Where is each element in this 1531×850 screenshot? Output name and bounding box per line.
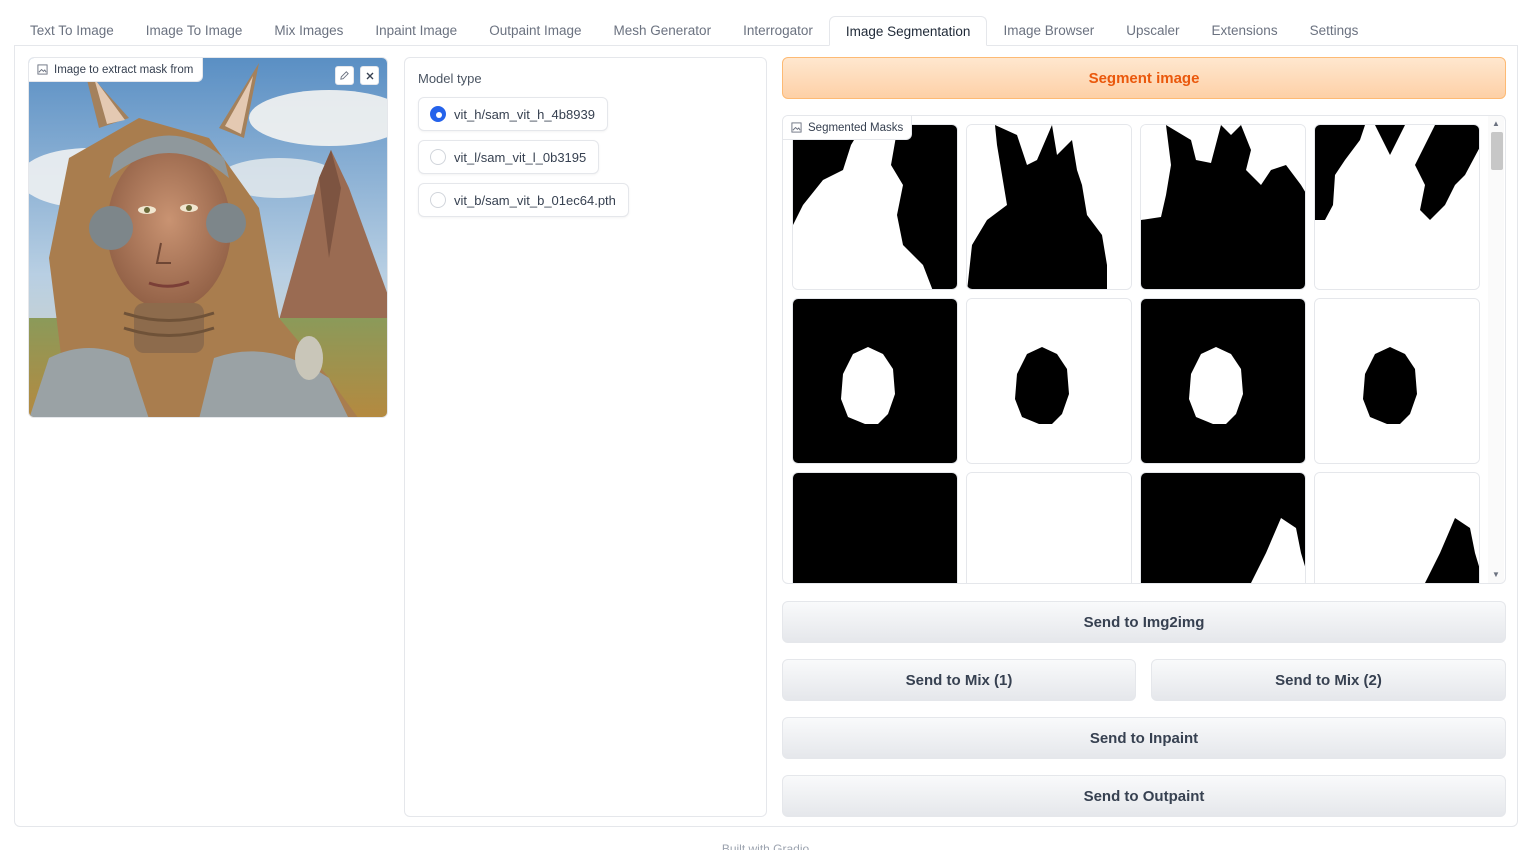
- tab-inpaint-image[interactable]: Inpaint Image: [359, 16, 473, 46]
- close-icon[interactable]: [360, 66, 379, 85]
- image-icon: [791, 122, 802, 133]
- mask-thumbnail[interactable]: [1314, 298, 1480, 464]
- mask-thumbnail[interactable]: [966, 472, 1132, 583]
- tab-panel: Image to extract mask from Model type vi…: [14, 45, 1518, 827]
- radio-checked[interactable]: [430, 106, 446, 122]
- mask-thumbnail[interactable]: [792, 124, 958, 290]
- tab-outpaint-image[interactable]: Outpaint Image: [473, 16, 597, 46]
- tab-interrogator[interactable]: Interrogator: [727, 16, 829, 46]
- scroll-down-icon[interactable]: ▼: [1492, 571, 1500, 579]
- gallery-label: Segmented Masks: [783, 116, 913, 140]
- input-image-label-text: Image to extract mask from: [54, 63, 194, 76]
- tab-settings[interactable]: Settings: [1294, 16, 1375, 46]
- send-to-outpaint-button[interactable]: Send to Outpaint: [782, 775, 1506, 817]
- mask-thumbnail[interactable]: [1314, 472, 1480, 583]
- tab-bar: Text To Image Image To Image Mix Images …: [14, 16, 1518, 46]
- send-to-mix2-button[interactable]: Send to Mix (2): [1151, 659, 1506, 701]
- mask-thumbnail[interactable]: [966, 298, 1132, 464]
- model-option-label: vit_h/sam_vit_h_4b8939: [454, 106, 595, 122]
- edit-icon[interactable]: [335, 66, 354, 85]
- footer-text[interactable]: Built with Gradio: [0, 842, 1531, 850]
- input-image-label: Image to extract mask from: [29, 58, 204, 82]
- model-type-title: Model type: [418, 71, 482, 86]
- segmented-masks-gallery: Segmented Masks ▲ ▼: [782, 115, 1506, 584]
- gallery-label-text: Segmented Masks: [808, 121, 904, 134]
- mask-thumbnail[interactable]: [1140, 124, 1306, 290]
- mask-thumbnail[interactable]: [792, 298, 958, 464]
- tab-mesh-generator[interactable]: Mesh Generator: [598, 16, 728, 46]
- tab-mix-images[interactable]: Mix Images: [258, 16, 359, 46]
- image-icon: [37, 64, 48, 75]
- input-image: [29, 58, 387, 417]
- radio-unchecked[interactable]: [430, 149, 446, 165]
- segment-image-button[interactable]: Segment image: [782, 57, 1506, 99]
- model-option-vit-l[interactable]: vit_l/sam_vit_l_0b3195: [418, 140, 600, 174]
- tab-image-segmentation[interactable]: Image Segmentation: [828, 16, 988, 46]
- scroll-thumb[interactable]: [1491, 132, 1503, 170]
- tab-upscaler[interactable]: Upscaler: [1110, 16, 1195, 46]
- send-to-inpaint-button[interactable]: Send to Inpaint: [782, 717, 1506, 759]
- tab-image-browser[interactable]: Image Browser: [987, 16, 1110, 46]
- model-option-label: vit_b/sam_vit_b_01ec64.pth: [454, 192, 616, 208]
- send-to-mix1-button[interactable]: Send to Mix (1): [782, 659, 1136, 701]
- model-option-vit-b[interactable]: vit_b/sam_vit_b_01ec64.pth: [418, 183, 629, 217]
- model-type-box: Model type vit_h/sam_vit_h_4b8939 vit_l/…: [404, 57, 767, 817]
- tab-text-to-image[interactable]: Text To Image: [14, 16, 130, 46]
- mask-thumbnail[interactable]: [966, 124, 1132, 290]
- gallery-scrollbar[interactable]: ▲ ▼: [1488, 116, 1504, 583]
- mask-thumbnail[interactable]: [1140, 472, 1306, 583]
- radio-unchecked[interactable]: [430, 192, 446, 208]
- scroll-up-icon[interactable]: ▲: [1492, 120, 1500, 128]
- model-option-vit-h[interactable]: vit_h/sam_vit_h_4b8939: [418, 97, 608, 131]
- input-image-container[interactable]: Image to extract mask from: [28, 57, 388, 418]
- mask-thumbnail[interactable]: [1140, 298, 1306, 464]
- model-option-label: vit_l/sam_vit_l_0b3195: [454, 149, 587, 165]
- tab-extensions[interactable]: Extensions: [1196, 16, 1294, 46]
- tab-image-to-image[interactable]: Image To Image: [130, 16, 259, 46]
- send-to-img2img-button[interactable]: Send to Img2img: [782, 601, 1506, 643]
- mask-thumbnail[interactable]: [792, 472, 958, 583]
- mask-thumbnail[interactable]: [1314, 124, 1480, 290]
